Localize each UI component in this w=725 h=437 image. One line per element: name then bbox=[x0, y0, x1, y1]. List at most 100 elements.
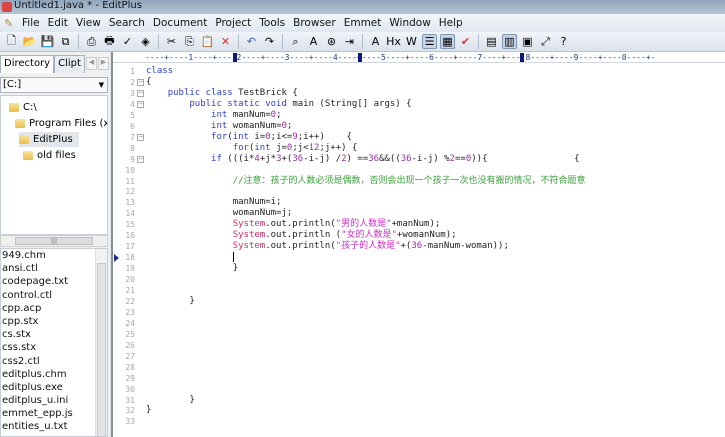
save-icon[interactable]: 💾 bbox=[40, 34, 55, 49]
tab-cliptext[interactable]: Clipt bbox=[54, 55, 85, 73]
drive-select[interactable]: [C:] ▼ bbox=[0, 77, 108, 93]
scroll-thumb[interactable]: ||| bbox=[15, 237, 93, 245]
editor[interactable]: ----+----1----+----2----+----3----+----4… bbox=[111, 52, 725, 437]
menu-project[interactable]: Project bbox=[211, 17, 255, 29]
copy-icon[interactable]: ⎘ bbox=[182, 34, 197, 49]
fullscreen-icon[interactable]: ⤢ bbox=[538, 34, 553, 49]
file-list-item[interactable]: emmet_epp.js bbox=[1, 407, 107, 420]
print-preview-icon[interactable]: ⎙ bbox=[84, 34, 99, 49]
toolbar-separator bbox=[78, 34, 79, 49]
replace-icon[interactable]: A bbox=[306, 34, 321, 49]
find-icon[interactable]: ⌕ bbox=[288, 34, 303, 49]
code-line: System.out.println ("女的人数是"+womanNum); bbox=[146, 230, 457, 241]
text-caret bbox=[232, 252, 234, 263]
token: +womanNum); bbox=[396, 230, 457, 241]
fold-toggle-icon[interactable]: − bbox=[137, 100, 144, 108]
browser-preview-icon[interactable]: ◈ bbox=[138, 34, 153, 49]
fold-toggle-icon[interactable]: − bbox=[137, 133, 144, 141]
menu-tools[interactable]: Tools bbox=[255, 17, 289, 29]
file-list-item[interactable]: 949.chm bbox=[1, 249, 107, 262]
file-list-item[interactable]: editplus_u.ini bbox=[1, 394, 107, 407]
menu-edit[interactable]: Edit bbox=[44, 17, 72, 29]
code-line: } bbox=[146, 263, 238, 274]
file-list-item[interactable]: editplus.exe bbox=[1, 381, 107, 394]
token: main (String[] args) { bbox=[286, 98, 412, 109]
file-list-item[interactable]: entities_u.txt bbox=[1, 420, 107, 433]
tree-node[interactable]: old files bbox=[23, 148, 82, 163]
tree-node-selected[interactable]: EditPlus bbox=[19, 132, 79, 147]
save-all-icon[interactable]: ⧉ bbox=[58, 34, 73, 49]
token-kw: int bbox=[211, 109, 228, 120]
fold-toggle-icon[interactable]: − bbox=[137, 89, 144, 97]
token: } bbox=[146, 394, 195, 405]
menu-browser[interactable]: Browser bbox=[289, 17, 340, 29]
line-number: 5 bbox=[130, 110, 135, 120]
word-wrap-icon[interactable]: W bbox=[404, 34, 419, 49]
line-number: 7 bbox=[130, 132, 135, 142]
line-number: 33 bbox=[125, 417, 135, 427]
paste-icon[interactable]: 📋 bbox=[200, 34, 215, 49]
font-size-icon[interactable]: A bbox=[368, 34, 383, 49]
line-number: 8 bbox=[130, 143, 135, 153]
file-list-item[interactable]: css2.ctl bbox=[1, 355, 107, 368]
spell-check-auto-icon[interactable]: ✔ bbox=[458, 34, 473, 49]
line-numbers-icon[interactable]: ☰ bbox=[422, 34, 437, 49]
file-list-scrollbar[interactable] bbox=[95, 249, 107, 436]
menu-file[interactable]: File bbox=[18, 17, 44, 29]
token-str: "孩子的人数是" bbox=[335, 241, 401, 252]
token: -i-j) / bbox=[303, 153, 342, 164]
redo-icon[interactable]: ↷ bbox=[262, 34, 277, 49]
file-list-item[interactable]: ansi.ctl bbox=[1, 262, 107, 275]
delete-icon[interactable]: ✕ bbox=[218, 34, 233, 49]
menu-search[interactable]: Search bbox=[105, 17, 149, 29]
tree-horizontal-scrollbar[interactable]: ||| bbox=[0, 235, 108, 247]
print-icon[interactable]: 🖶 bbox=[102, 34, 117, 49]
menu-help[interactable]: Help bbox=[435, 17, 467, 29]
tree-node[interactable]: Program Files (x86) bbox=[15, 116, 107, 131]
token-kw: int bbox=[254, 142, 271, 153]
line-number: 23 bbox=[125, 307, 135, 317]
file-list-item[interactable]: editplus.chm bbox=[1, 368, 107, 381]
cut-icon[interactable]: ✂ bbox=[164, 34, 179, 49]
hex-icon[interactable]: Hx bbox=[386, 34, 401, 49]
scroll-thumb[interactable] bbox=[97, 263, 106, 436]
token: } bbox=[146, 295, 195, 306]
line-number: 22 bbox=[125, 296, 135, 306]
line-number: 3 bbox=[130, 88, 135, 98]
find-in-files-icon[interactable]: ⊛ bbox=[324, 34, 339, 49]
new-file-icon[interactable]: 🗋 bbox=[4, 34, 19, 49]
line-number: 26 bbox=[125, 340, 135, 350]
toggle-cliptext-icon[interactable]: ▣ bbox=[520, 34, 535, 49]
token: womanNum=j; bbox=[146, 208, 293, 219]
undo-icon[interactable]: ↶ bbox=[244, 34, 259, 49]
menu-emmet[interactable]: Emmet bbox=[340, 17, 386, 29]
ruler-marker bbox=[358, 53, 362, 62]
token-str: "男的人数是" bbox=[335, 219, 392, 230]
tab-directory[interactable]: Directory bbox=[0, 55, 55, 73]
file-list-item[interactable]: cpp.acp bbox=[1, 302, 107, 315]
column-select-icon[interactable]: ▦ bbox=[440, 34, 455, 49]
tab-scroll-right-icon[interactable]: ▶ bbox=[97, 57, 109, 70]
tab-scroll-left-icon[interactable]: ◀ bbox=[85, 57, 97, 70]
open-icon[interactable]: 📂 bbox=[22, 34, 37, 49]
fold-toggle-icon[interactable]: − bbox=[137, 155, 144, 163]
menu-window[interactable]: Window bbox=[385, 17, 434, 29]
goto-line-icon[interactable]: ⇥ bbox=[342, 34, 357, 49]
file-list-item[interactable]: cs.stx bbox=[1, 328, 107, 341]
toggle-output-icon[interactable]: ▥ bbox=[502, 34, 517, 49]
title-bar: Untitled1.java * - EditPlus bbox=[0, 0, 725, 14]
file-list-item[interactable]: css.stx bbox=[1, 341, 107, 354]
menu-document[interactable]: Document bbox=[149, 17, 211, 29]
file-list-item[interactable]: control.ctl bbox=[1, 289, 107, 302]
file-list-item[interactable]: cpp.stx bbox=[1, 315, 107, 328]
file-list-item[interactable]: codepage.txt bbox=[1, 275, 107, 288]
spell-check-icon[interactable]: ✓ bbox=[120, 34, 135, 49]
toggle-directory-icon[interactable]: ▤ bbox=[484, 34, 499, 49]
help-icon[interactable]: ? bbox=[556, 34, 571, 49]
app-icon bbox=[2, 2, 12, 12]
pen-icon: ✎ bbox=[4, 16, 14, 30]
fold-toggle-icon[interactable]: − bbox=[137, 78, 144, 86]
menu-view[interactable]: View bbox=[72, 17, 105, 29]
tree-node[interactable]: C:\ bbox=[9, 100, 43, 115]
